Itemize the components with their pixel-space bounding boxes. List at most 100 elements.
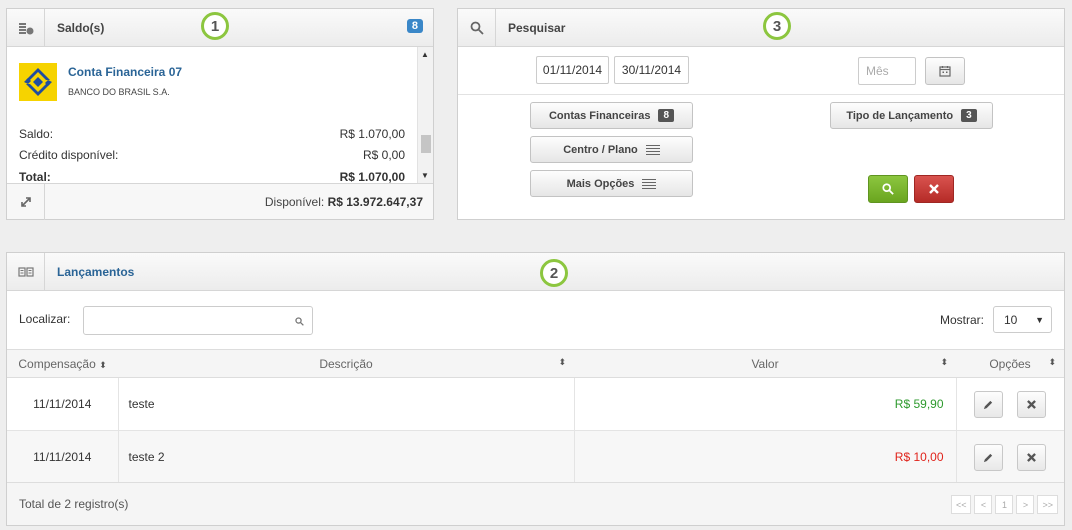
credito-row: Crédito disponível: R$ 0,00 [19,148,405,162]
available-label: Disponível: [264,194,325,209]
pencil-icon [984,400,993,409]
pesquisar-header: Pesquisar [458,8,1064,47]
tipo-lancamento-button[interactable]: Tipo de Lançamento 3 [830,102,993,129]
localizar-label: Localizar: [19,312,71,326]
lancamentos-title: Lançamentos [57,264,135,279]
saldos-scrollbar[interactable]: ▲ ▼ [417,47,433,183]
row-value: R$ 10,00 [573,430,956,484]
saldos-count-badge: 8 [406,19,423,33]
calendar-icon [939,66,951,77]
localizar-input[interactable] [83,306,313,335]
page-current[interactable]: 1 [995,495,1014,514]
col-opcoes[interactable]: Opções ⬍ [956,349,1064,378]
banco-do-brasil-logo [19,63,57,101]
list-icon [645,143,660,157]
expand-icon[interactable] [7,183,45,220]
mais-label: Mais Opções [566,177,635,190]
book-icon [7,252,45,291]
page-prev[interactable]: < [974,495,993,514]
table-row: 11/11/2014 teste R$ 59,90 [7,377,1064,431]
edit-button[interactable] [974,390,1004,418]
scroll-thumb[interactable] [421,135,431,153]
total-value: R$ 1.070,00 [339,170,405,183]
saldo-label: Saldo: [19,127,54,141]
pencil-icon [984,453,993,462]
col-valor[interactable]: Valor ⬍ [574,349,956,378]
tipo-count-badge: 3 [961,109,977,122]
lancamentos-table: Compensação ⬍ Descrição ⬍ Valor ⬍ Opções… [7,349,1064,484]
col-compensacao[interactable]: Compensação ⬍ [7,349,118,378]
row-date: 11/11/2014 [7,377,118,431]
contas-financeiras-button[interactable]: Contas Financeiras 8 [530,102,693,129]
pagination: << < 1 > >> [950,495,1058,514]
pesquisar-panel: Pesquisar 3 01/11/2014 30/11/2014 Mês Co… [457,8,1065,220]
total-row: Total: R$ 1.070,00 [19,170,405,183]
sort-icon: ⬍ [1048,357,1056,367]
col-valor-label: Valor [751,356,779,371]
search-icon [458,8,496,47]
col-opcoes-label: Opções [989,356,1031,371]
sort-icon: ⬍ [940,357,948,367]
saldos-footer: Disponível: R$ 13.972.647,37 [7,183,433,220]
col-descricao-label: Descrição [319,356,373,371]
page-first[interactable]: << [950,495,972,514]
date-from-field[interactable]: 01/11/2014 [536,56,609,84]
col-descricao[interactable]: Descrição ⬍ [118,349,574,378]
centro-plano-button[interactable]: Centro / Plano [530,136,693,163]
centro-label: Centro / Plano [563,143,638,156]
coins-icon [7,8,45,47]
row-date: 11/11/2014 [7,430,118,484]
scroll-up-icon[interactable]: ▲ [421,50,429,59]
close-icon [929,184,939,194]
edit-button[interactable] [974,443,1004,471]
lancamentos-panel: Lançamentos 2 Localizar: Mostrar: 10 ▼ C… [6,252,1065,526]
row-description: teste 2 [117,430,574,484]
contas-label: Contas Financeiras [548,109,651,122]
caret-down-icon: ▼ [1035,314,1044,325]
pesquisar-title: Pesquisar [508,20,566,35]
credito-label: Crédito disponível: [19,148,119,162]
close-icon [1027,452,1037,462]
delete-button[interactable] [1017,443,1047,471]
search-submit-button[interactable] [868,175,908,203]
clear-filters-button[interactable] [914,175,954,203]
table-row: 11/11/2014 teste 2 R$ 10,00 [7,430,1064,484]
saldo-value: R$ 1.070,00 [339,127,405,141]
saldos-title: Saldo(s) [57,20,105,35]
lancamentos-footer: Total de 2 registro(s) << < 1 > >> [7,482,1064,525]
credito-value: R$ 0,00 [362,148,405,162]
account-card: Conta Financeira 07 BANCO DO BRASIL S.A.… [7,47,417,183]
search-icon [882,183,894,195]
sort-icon: ⬍ [99,359,107,370]
date-to-field[interactable]: 30/11/2014 [614,56,689,84]
saldos-panel: Saldo(s) 8 1 Conta Financeira 07 BANCO D… [6,8,434,220]
search-icon [295,317,304,326]
scroll-down-icon[interactable]: ▼ [421,171,429,180]
col-compensacao-label: Compensação [18,356,96,371]
page-last[interactable]: >> [1037,495,1058,514]
mostrar-label: Mostrar: [939,313,984,327]
page-next[interactable]: > [1016,495,1035,514]
tipo-label: Tipo de Lançamento [846,109,954,122]
available-total: Disponível: R$ 13.972.647,37 [265,195,433,209]
callout-2: 2 [540,259,568,287]
row-value: R$ 59,90 [573,377,956,431]
sort-icon: ⬍ [558,357,566,367]
mostrar-select[interactable]: 10 ▼ [993,306,1052,333]
month-field[interactable]: Mês [858,57,916,85]
delete-button[interactable] [1017,390,1047,418]
callout-1: 1 [201,12,229,40]
row-description: teste [117,377,574,431]
row-actions [955,430,1064,484]
mais-opcoes-button[interactable]: Mais Opções [530,170,693,197]
lancamentos-header: Lançamentos [7,252,1064,291]
contas-count-badge: 8 [658,109,675,122]
close-icon [1027,399,1037,409]
account-bank: BANCO DO BRASIL S.A. [68,87,170,97]
list-icon [642,177,657,191]
calendar-button[interactable] [925,57,965,85]
mostrar-value: 10 [1004,312,1018,327]
account-name-link[interactable]: Conta Financeira 07 [68,65,182,79]
pesquisar-separator [458,94,1064,95]
row-actions [955,377,1064,431]
